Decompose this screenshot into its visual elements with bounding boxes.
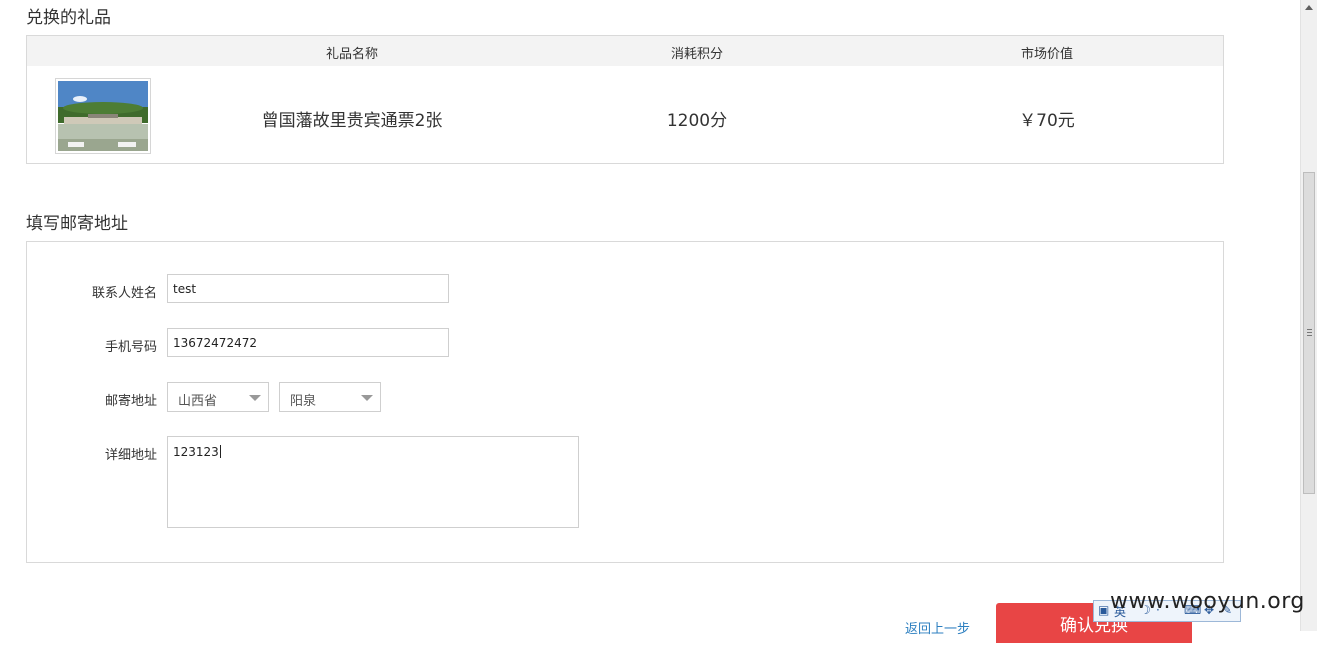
gift-name: 曾国藩故里贵宾通票2张 [261,111,443,131]
contact-name-label: 联系人姓名 [91,286,157,301]
province-selected-value: 山西省 [178,394,218,409]
ime-logo-icon[interactable]: ▣ [1098,603,1109,617]
gift-table: 礼品名称 消耗积分 市场价值 曾国藩故里贵宾通票2张 1200分 ￥70元 [26,35,1224,164]
vertical-scrollbar[interactable] [1300,0,1317,631]
header-gift-name: 礼品名称 [325,47,378,62]
address-section-title: 填写邮寄地址 [26,214,128,234]
phone-label: 手机号码 [104,340,157,355]
province-select[interactable]: 山西省 [167,382,269,412]
points-number: 1200 [666,111,711,131]
region-label: 邮寄地址 [104,394,157,409]
contact-name-input[interactable]: test [167,274,449,303]
scrollbar-thumb[interactable] [1303,172,1315,494]
gift-market-value: ￥70元 [1019,111,1075,131]
gift-table-header: 礼品名称 消耗积分 市场价值 [27,36,1223,66]
city-select[interactable]: 阳泉 [279,382,381,412]
city-selected-value: 阳泉 [290,394,317,409]
gift-section-title: 兑换的礼品 [26,8,111,28]
chevron-down-icon [361,395,373,401]
landscape-photo-icon [58,81,148,151]
scroll-up-arrow-icon[interactable] [1305,5,1313,10]
grip-icon [1307,329,1312,330]
gift-thumbnail[interactable] [55,78,151,154]
address-form: 联系人姓名 test 手机号码 13672472472 邮寄地址 山西省 阳泉 … [26,241,1224,563]
detail-address-textarea[interactable]: 123123 [167,436,579,528]
gift-row: 曾国藩故里贵宾通票2张 1200分 ￥70元 [27,66,1223,164]
chevron-down-icon [249,395,261,401]
back-link[interactable]: 返回上一步 [905,618,970,637]
points-unit: 分 [710,111,728,131]
header-points: 消耗积分 [670,47,723,62]
text-cursor [219,445,221,458]
detail-address-label: 详细地址 [104,448,157,463]
detail-address-value: 123123 [173,445,219,459]
watermark: www.wooyun.org [1110,589,1305,614]
header-market-value: 市场价值 [1020,47,1073,62]
phone-input[interactable]: 13672472472 [167,328,449,357]
gift-points: 1200分 [572,106,822,131]
